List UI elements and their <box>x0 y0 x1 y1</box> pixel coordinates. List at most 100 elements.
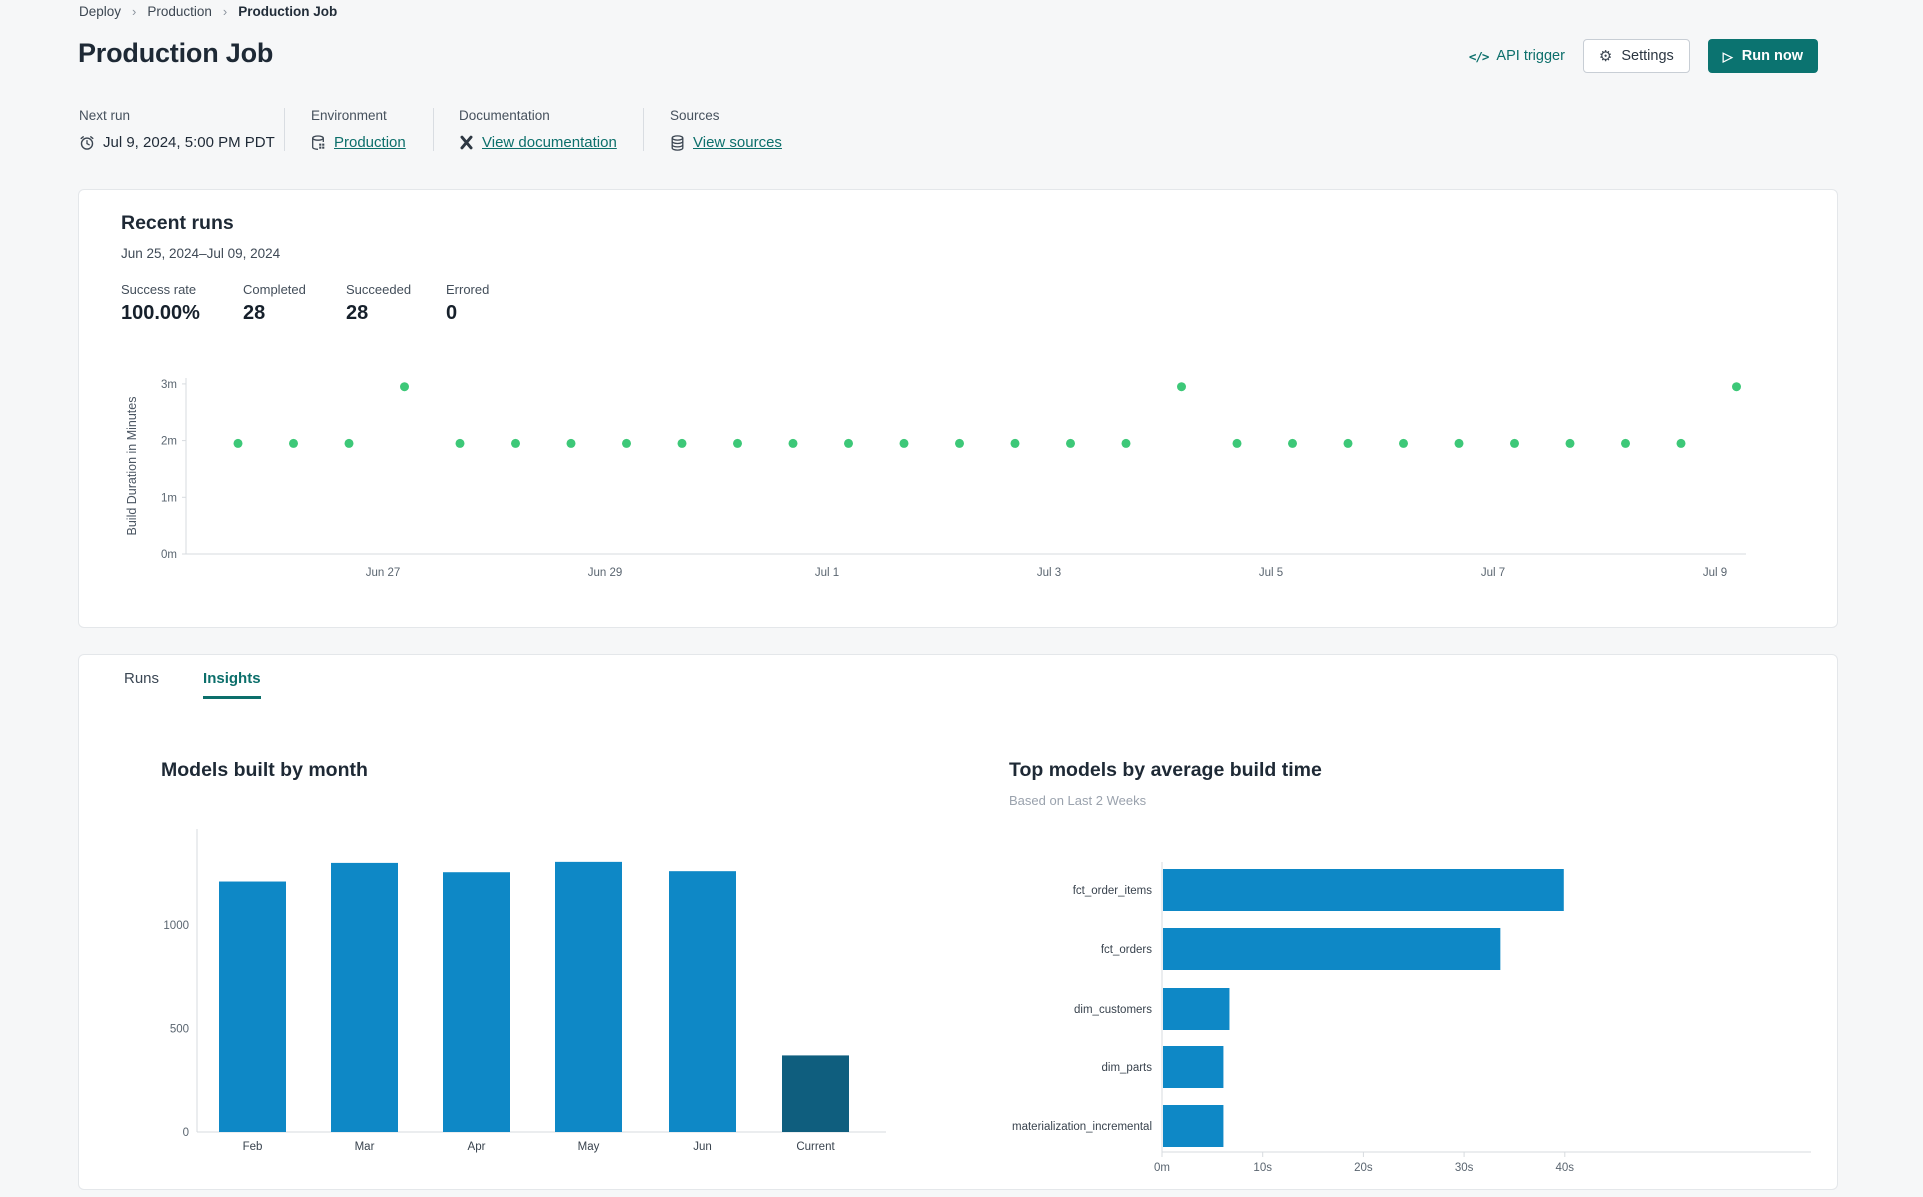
model-label: dim_customers <box>1074 1004 1152 1016</box>
month-bar[interactable] <box>555 861 622 1132</box>
bar-x-tick: Current <box>796 1141 835 1153</box>
run-dot[interactable] <box>733 438 742 448</box>
gear-icon: ⚙ <box>1598 47 1613 65</box>
bar-y-tick: 0 <box>183 1127 189 1139</box>
run-dot[interactable] <box>899 438 909 448</box>
model-label: materialization_incremental <box>1012 1121 1152 1133</box>
meta-documentation: Documentation View documentation <box>459 108 644 151</box>
breadcrumb: Deploy › Production › Production Job <box>79 4 337 19</box>
run-now-label: Run now <box>1741 48 1803 64</box>
run-dot[interactable] <box>344 438 354 448</box>
environment-link[interactable]: Production <box>334 134 406 151</box>
run-dot[interactable] <box>1288 438 1297 448</box>
build-duration-scatter-chart: 0m 1m 2m 3m Build Duration in Minutes Jun 27 J… <box>111 294 1811 594</box>
model-bar[interactable] <box>1163 988 1230 1030</box>
sources-database-icon <box>670 134 685 151</box>
scatter-y-tick: 1m <box>161 492 177 504</box>
meta-sources: Sources View sources <box>670 108 782 151</box>
documentation-label: Documentation <box>459 108 550 123</box>
run-dot[interactable] <box>400 382 409 392</box>
run-dot[interactable] <box>511 438 520 448</box>
model-bar[interactable] <box>1163 1105 1224 1147</box>
run-dot[interactable] <box>1399 438 1408 448</box>
next-run-value: Jul 9, 2024, 5:00 PM PDT <box>103 134 275 151</box>
bar-x-tick: Mar <box>355 1141 375 1153</box>
hbar-x-tick: 20s <box>1354 1162 1373 1174</box>
api-trigger-link[interactable]: </> API trigger <box>1469 48 1565 64</box>
dbt-docs-icon <box>459 135 474 150</box>
breadcrumb-production-job: Production Job <box>238 4 338 19</box>
month-bar[interactable] <box>219 881 286 1132</box>
run-dot[interactable] <box>1010 438 1020 448</box>
run-dot[interactable] <box>955 438 964 448</box>
tab-runs[interactable]: Runs <box>124 670 159 699</box>
model-label: fct_order_items <box>1073 885 1153 897</box>
run-dot[interactable] <box>1177 382 1186 392</box>
run-dot[interactable] <box>677 438 687 448</box>
scatter-svg: 0m 1m 2m 3m Build Duration in Minutes Jun 27 J… <box>125 378 1746 579</box>
meta-environment: Environment Production <box>311 108 434 151</box>
run-dot[interactable] <box>1066 438 1075 448</box>
hbar-x-tick: 0m <box>1154 1162 1170 1174</box>
bar-y-tick: 500 <box>170 1024 189 1036</box>
environment-label: Environment <box>311 108 387 123</box>
code-icon: </> <box>1468 48 1490 64</box>
month-bar[interactable] <box>782 1055 849 1132</box>
month-bar[interactable] <box>669 871 736 1132</box>
run-dot[interactable] <box>1121 438 1131 448</box>
bar-svg: 0 500 1000 Feb Mar Apr May Jun Current <box>163 829 886 1153</box>
models-built-title: Models built by month <box>161 759 368 781</box>
environment-database-icon <box>311 134 326 151</box>
tab-insights[interactable]: Insights <box>203 670 261 699</box>
top-models-subtitle: Based on Last 2 Weeks <box>1009 793 1147 808</box>
scatter-y-tick: 2m <box>161 436 177 448</box>
run-dot[interactable] <box>1510 438 1519 448</box>
settings-button[interactable]: ⚙ Settings <box>1582 39 1690 73</box>
run-dot[interactable] <box>455 438 465 448</box>
view-documentation-link[interactable]: View documentation <box>482 134 617 151</box>
run-now-button[interactable]: ▷ Run now <box>1707 39 1818 73</box>
month-bar[interactable] <box>331 862 398 1132</box>
run-dot[interactable] <box>233 438 243 448</box>
run-dot[interactable] <box>1232 438 1242 448</box>
run-dot[interactable] <box>1621 438 1630 448</box>
production-job-page: Deploy › Production › Production Job Pro… <box>0 0 1923 1197</box>
breadcrumb-deploy[interactable]: Deploy <box>79 4 121 19</box>
run-dot[interactable] <box>1454 438 1464 448</box>
sources-label: Sources <box>670 108 720 123</box>
job-meta-row: Next run Jul 9, 2024, 5:00 PM PDT Enviro… <box>79 108 782 151</box>
top-models-hbar-chart: fct_order_items fct_orders dim_customersdi… <box>989 854 1829 1184</box>
run-dot[interactable] <box>289 438 298 448</box>
model-bar[interactable] <box>1163 1046 1224 1088</box>
breadcrumb-production[interactable]: Production <box>147 4 212 19</box>
insights-card: Runs Insights Models built by month Top … <box>78 654 1838 1190</box>
bar-y-tick: 1000 <box>163 920 189 932</box>
hbar-svg: fct_order_items fct_orders dim_customersdi… <box>1012 862 1811 1174</box>
run-dot[interactable] <box>1676 438 1686 448</box>
recent-runs-date-range: Jun 25, 2024–Jul 09, 2024 <box>121 246 281 261</box>
scatter-x-tick: Jul 3 <box>1037 567 1061 579</box>
run-dot[interactable] <box>788 438 798 448</box>
recent-runs-title: Recent runs <box>121 212 234 234</box>
hbar-x-tick: 10s <box>1253 1162 1272 1174</box>
model-bar[interactable] <box>1163 928 1501 970</box>
run-dot[interactable] <box>844 438 853 448</box>
run-dot[interactable] <box>1343 438 1353 448</box>
models-built-bar-chart: 0 500 1000 Feb Mar Apr May Jun Current <box>151 819 911 1164</box>
run-dot[interactable] <box>1565 438 1575 448</box>
run-dot[interactable] <box>622 438 631 448</box>
page-title: Production Job <box>78 38 274 68</box>
model-bar[interactable] <box>1163 869 1564 911</box>
hbar-x-tick: 30s <box>1455 1162 1474 1174</box>
month-bar[interactable] <box>443 872 510 1132</box>
recent-runs-card: Recent runs Jun 25, 2024–Jul 09, 2024 Su… <box>78 189 1838 628</box>
model-label: dim_parts <box>1102 1062 1153 1074</box>
scatter-x-tick: Jul 5 <box>1259 567 1283 579</box>
run-dot[interactable] <box>1732 382 1741 392</box>
bar-x-tick: Feb <box>243 1141 263 1153</box>
view-sources-link[interactable]: View sources <box>693 134 782 151</box>
model-label: fct_orders <box>1101 944 1152 956</box>
settings-label: Settings <box>1621 48 1674 64</box>
run-dot[interactable] <box>566 438 576 448</box>
top-models-title: Top models by average build time <box>1009 759 1322 781</box>
